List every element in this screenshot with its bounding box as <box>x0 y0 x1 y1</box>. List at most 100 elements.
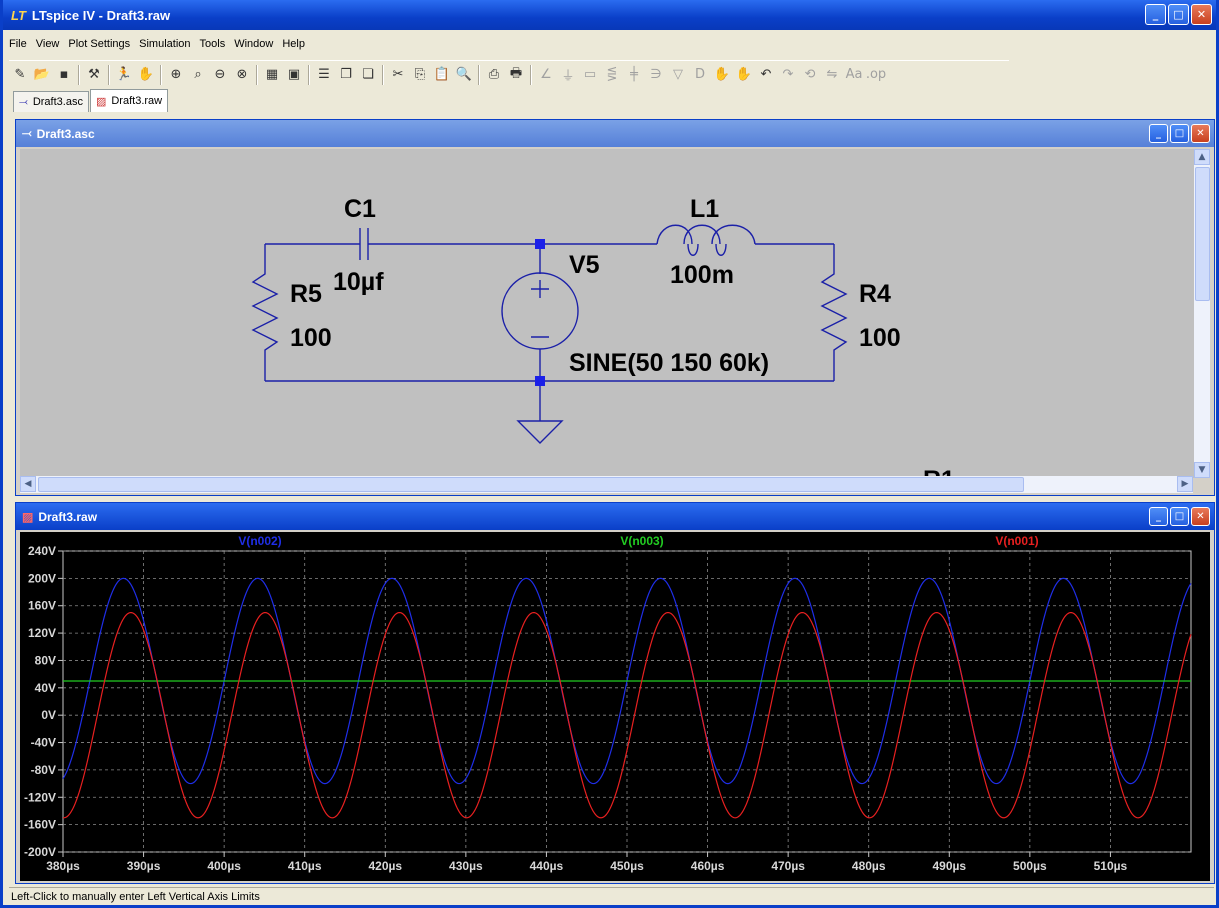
c1-label[interactable]: C1 <box>344 195 376 223</box>
capacitor-icon[interactable]: ╪ <box>623 64 645 86</box>
menu-file[interactable]: File <box>9 38 27 56</box>
c1-value[interactable]: 10µf <box>333 268 384 296</box>
x-tick-label[interactable]: 400µs <box>207 859 241 873</box>
cut-icon[interactable]: ✂ <box>387 64 409 86</box>
y-tick-label[interactable]: 160V <box>28 599 56 613</box>
schematic-close-button[interactable]: ✕ <box>1191 124 1210 143</box>
y-tick-label[interactable]: -40V <box>31 736 56 750</box>
y-tick-label[interactable]: 40V <box>35 681 56 695</box>
run-icon[interactable]: 🏃 <box>113 64 135 86</box>
menu-window[interactable]: Window <box>234 38 273 56</box>
find-icon[interactable]: 🔍 <box>453 64 475 86</box>
close-button[interactable]: ✕ <box>1191 4 1212 25</box>
text-icon[interactable]: Aa <box>843 64 865 86</box>
menu-tools[interactable]: Tools <box>200 38 226 56</box>
redo-icon[interactable]: ↷ <box>777 64 799 86</box>
new-schematic-icon[interactable]: ✎ <box>9 64 31 86</box>
tab-draft3-raw[interactable]: ▨ Draft3.raw <box>89 89 169 112</box>
y-tick-label[interactable]: 0V <box>41 708 56 722</box>
label-net-icon[interactable]: ▭ <box>579 64 601 86</box>
x-tick-label[interactable]: 420µs <box>368 859 402 873</box>
component-icon[interactable]: D <box>689 64 711 86</box>
r5-value[interactable]: 100 <box>290 324 332 352</box>
l1-value[interactable]: 100m <box>670 261 734 289</box>
y-tick-label[interactable]: -200V <box>24 845 56 859</box>
tab-draft3-asc[interactable]: ⤙ Draft3.asc <box>13 91 89 112</box>
resistor-icon[interactable]: ⋚ <box>601 64 623 86</box>
schematic-horizontal-scrollbar[interactable]: ◀ ▶ <box>20 476 1193 493</box>
scroll-right-arrow-icon[interactable]: ▶ <box>1177 476 1193 492</box>
halt-icon[interactable]: ✋ <box>135 64 157 86</box>
r4-label[interactable]: R4 <box>859 280 891 308</box>
drag-icon[interactable]: ✋ <box>733 64 755 86</box>
scroll-left-arrow-icon[interactable]: ◀ <box>20 476 36 492</box>
x-tick-label[interactable]: 510µs <box>1094 859 1128 873</box>
y-tick-label[interactable]: -120V <box>24 790 56 804</box>
schematic-vertical-scrollbar[interactable]: ▲ ▼ <box>1193 149 1210 478</box>
y-tick-label[interactable]: 120V <box>28 626 56 640</box>
x-tick-label[interactable]: 460µs <box>691 859 725 873</box>
print-icon[interactable]: 🖶 <box>505 64 527 86</box>
x-tick-label[interactable]: 380µs <box>46 859 80 873</box>
waveform-plot[interactable]: 240V 200V 160V 120V 80V 40V 0V -40V -80V -120V -16… <box>20 532 1210 881</box>
zoom-pan-icon[interactable]: ⌕ <box>187 64 209 86</box>
x-tick-label[interactable]: 500µs <box>1013 859 1047 873</box>
y-tick-label[interactable]: -160V <box>24 818 56 832</box>
waveform-minimize-button[interactable]: _ <box>1149 507 1168 526</box>
diode-icon[interactable]: ▽ <box>667 64 689 86</box>
autorange-icon[interactable]: ▦ <box>261 64 283 86</box>
scroll-thumb[interactable] <box>1195 167 1210 301</box>
y-tick-label[interactable]: -80V <box>31 763 56 777</box>
y-tick-label[interactable]: 200V <box>28 571 56 585</box>
zoom-out-icon[interactable]: ⊖ <box>209 64 231 86</box>
waveform-chart[interactable]: 240V 200V 160V 120V 80V 40V 0V -40V -80V -120V -16… <box>20 532 1210 881</box>
undo-icon[interactable]: ↶ <box>755 64 777 86</box>
inductor-l1[interactable] <box>656 224 756 245</box>
waveform-close-button[interactable]: ✕ <box>1191 507 1210 526</box>
resistor-r5[interactable] <box>251 244 279 381</box>
y-tick-label[interactable]: 80V <box>35 653 56 667</box>
cascade-icon[interactable]: ❐ <box>335 64 357 86</box>
r4-value[interactable]: 100 <box>859 324 901 352</box>
ground-symbol[interactable] <box>516 420 564 444</box>
scroll-thumb[interactable] <box>38 477 1024 492</box>
schematic-maximize-button[interactable]: □ <box>1170 124 1189 143</box>
copy-icon[interactable]: ⎘ <box>409 64 431 86</box>
wire-icon[interactable]: ∠ <box>535 64 557 86</box>
minimize-button[interactable]: _ <box>1145 4 1166 25</box>
menu-plot-settings[interactable]: Plot Settings <box>68 38 130 56</box>
x-tick-label[interactable]: 450µs <box>610 859 644 873</box>
x-tick-label[interactable]: 440µs <box>530 859 564 873</box>
x-tick-label[interactable]: 410µs <box>288 859 322 873</box>
trace-label-vn002[interactable]: V(n002) <box>238 534 281 548</box>
x-tick-label[interactable]: 480µs <box>852 859 886 873</box>
x-tick-label[interactable]: 390µs <box>127 859 161 873</box>
save-icon[interactable]: ▪ <box>53 64 75 86</box>
trace-label-vn001[interactable]: V(n001) <box>995 534 1038 548</box>
maximize-button[interactable]: □ <box>1168 4 1189 25</box>
trace-label-vn003[interactable]: V(n003) <box>620 534 663 548</box>
move-icon[interactable]: ✋ <box>711 64 733 86</box>
l1-label[interactable]: L1 <box>690 195 719 223</box>
r5-label[interactable]: R5 <box>290 280 322 308</box>
pick-traces-icon[interactable]: ▣ <box>283 64 305 86</box>
scroll-up-arrow-icon[interactable]: ▲ <box>1194 149 1210 165</box>
resistor-r4[interactable] <box>820 244 848 381</box>
x-tick-label[interactable]: 490µs <box>932 859 966 873</box>
y-tick-label[interactable]: 240V <box>28 544 56 558</box>
inductor-icon[interactable]: ∋ <box>645 64 667 86</box>
print-preview-icon[interactable]: ⎙ <box>483 64 505 86</box>
x-tick-label[interactable]: 470µs <box>771 859 805 873</box>
mirror-icon[interactable]: ⇋ <box>821 64 843 86</box>
x-tick-label[interactable]: 430µs <box>449 859 483 873</box>
scroll-down-arrow-icon[interactable]: ▼ <box>1194 462 1210 478</box>
tile-vertical-icon[interactable]: ❏ <box>357 64 379 86</box>
spice-directive-icon[interactable]: .op <box>865 64 887 86</box>
menu-help[interactable]: Help <box>282 38 305 56</box>
waveform-maximize-button[interactable]: □ <box>1170 507 1189 526</box>
tile-horizontal-icon[interactable]: ☰ <box>313 64 335 86</box>
v5-value[interactable]: SINE(50 150 60k) <box>569 349 769 377</box>
open-folder-icon[interactable]: 📂 <box>31 64 53 86</box>
paste-icon[interactable]: 📋 <box>431 64 453 86</box>
menu-view[interactable]: View <box>36 38 60 56</box>
